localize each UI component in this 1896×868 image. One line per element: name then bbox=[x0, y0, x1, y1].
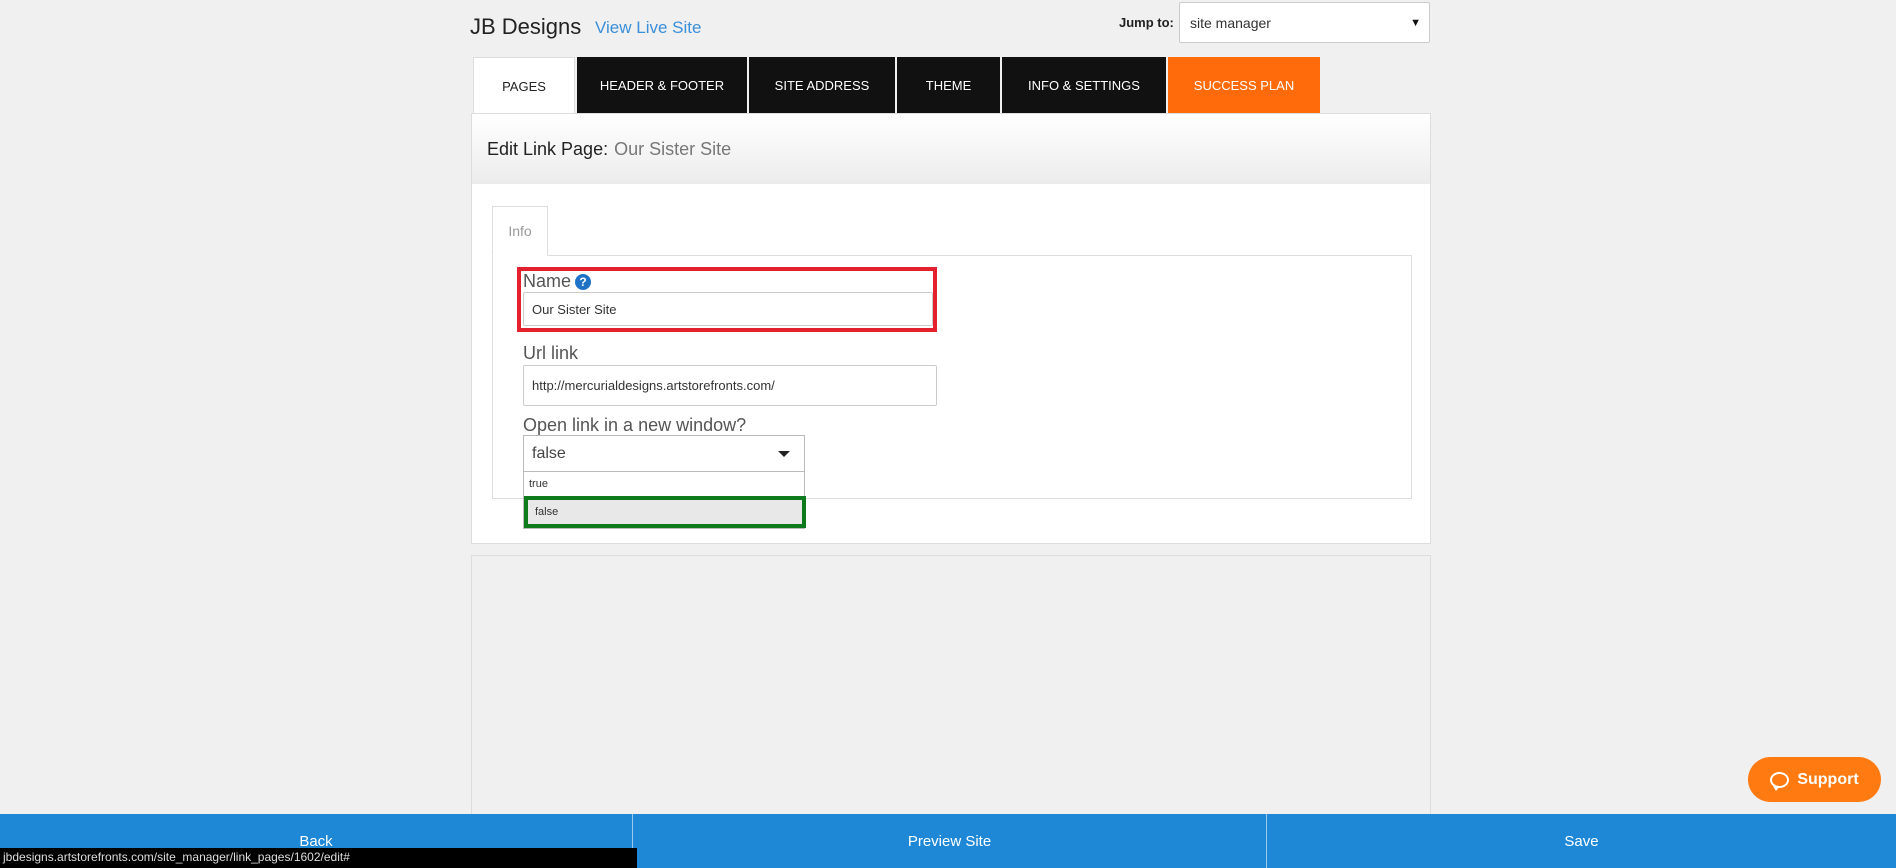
tab-theme[interactable]: THEME bbox=[897, 57, 1000, 113]
site-title: JB Designs bbox=[470, 14, 582, 39]
tab-header-footer[interactable]: HEADER & FOOTER bbox=[577, 57, 747, 113]
panel-title: Edit Link Page: bbox=[487, 138, 609, 159]
panel-subtitle: Our Sister Site bbox=[614, 138, 732, 159]
tab-info-settings[interactable]: INFO & SETTINGS bbox=[1002, 57, 1166, 113]
name-input[interactable]: Our Sister Site bbox=[523, 292, 933, 326]
new-window-select[interactable]: false bbox=[523, 435, 805, 472]
name-label-text: Name bbox=[523, 271, 572, 291]
help-icon[interactable]: ? bbox=[575, 274, 592, 290]
chat-bubble-icon bbox=[1770, 771, 1790, 791]
panel-header: Edit Link Page: Our Sister Site bbox=[472, 114, 1430, 184]
preview-site-button[interactable]: Preview Site bbox=[633, 814, 1267, 868]
support-button[interactable]: Support bbox=[1748, 757, 1881, 802]
jump-to-label: Jump to: bbox=[1119, 15, 1174, 30]
main-tabs: PAGES HEADER & FOOTER SITE ADDRESS THEME… bbox=[473, 57, 1322, 114]
jump-to-select[interactable]: site manager ▼ bbox=[1179, 2, 1430, 43]
new-window-label: Open link in a new window? bbox=[523, 415, 747, 435]
tab-success-plan[interactable]: SUCCESS PLAN bbox=[1168, 57, 1320, 113]
dropdown-arrow-icon: ▼ bbox=[1410, 17, 1421, 29]
url-link-input[interactable]: http://mercurialdesigns.artstorefronts.c… bbox=[523, 365, 937, 406]
jump-to-value: site manager bbox=[1190, 15, 1271, 31]
tab-info[interactable]: Info bbox=[492, 206, 548, 256]
name-label: Name? bbox=[523, 271, 592, 292]
new-window-dropdown: true false bbox=[523, 472, 806, 529]
edit-link-page-panel: Edit Link Page: Our Sister Site Info Nam… bbox=[471, 113, 1431, 544]
new-window-value: false bbox=[532, 445, 566, 462]
caret-down-icon bbox=[778, 451, 790, 457]
option-false[interactable]: false bbox=[524, 496, 806, 528]
preview-panel bbox=[471, 555, 1431, 817]
save-button[interactable]: Save bbox=[1267, 814, 1896, 868]
status-bar-url: jbdesigns.artstorefronts.com/site_manage… bbox=[0, 848, 637, 868]
tab-pages[interactable]: PAGES bbox=[473, 57, 575, 114]
url-link-label: Url link bbox=[523, 343, 579, 363]
tab-site-address[interactable]: SITE ADDRESS bbox=[749, 57, 895, 113]
view-live-site-link[interactable]: View Live Site bbox=[595, 18, 701, 38]
option-true[interactable]: true bbox=[524, 472, 804, 496]
support-label: Support bbox=[1797, 770, 1859, 788]
